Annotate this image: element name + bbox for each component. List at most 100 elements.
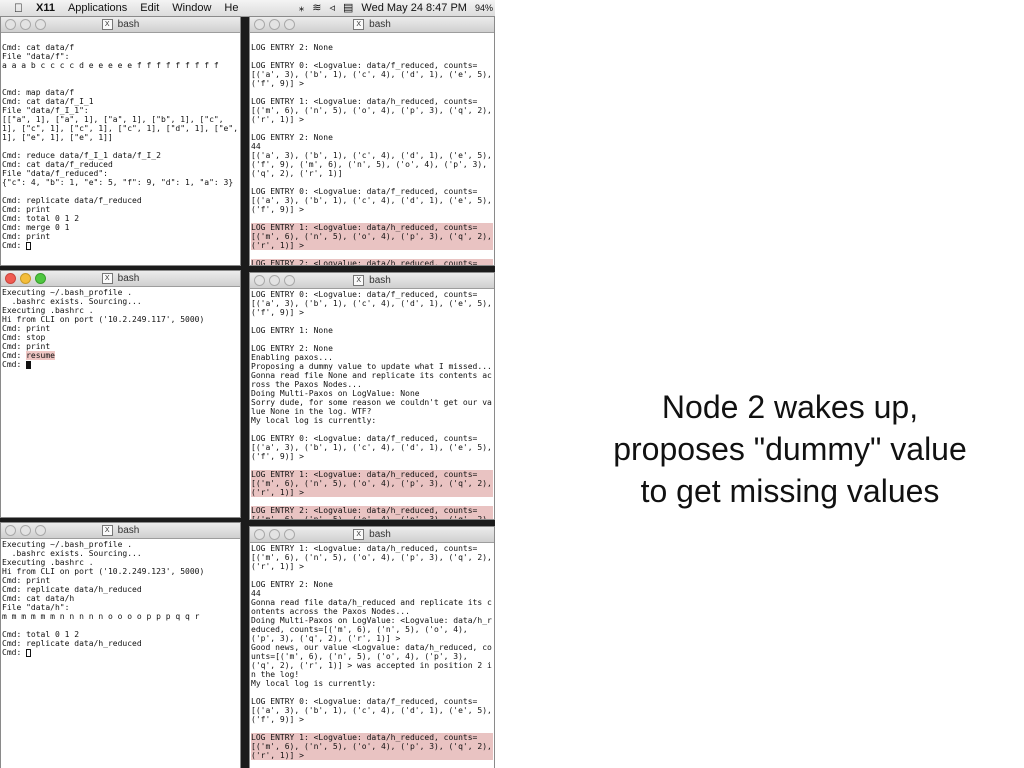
terminal-line-text: Cmd: cat data/f_reduced bbox=[2, 160, 113, 169]
screenshot-area:  X11 Applications Edit Window He ⁎ ≋ ◃ … bbox=[0, 0, 495, 768]
terminal-line: Cmd: resume bbox=[2, 351, 239, 360]
terminal-line-text: a a a b c c c c d e e e e e f f f f f f … bbox=[2, 61, 219, 70]
terminal-line: Cmd: bbox=[2, 648, 239, 657]
window-title-bar[interactable]: Xbash bbox=[1, 523, 240, 539]
terminal-line-text: 44 bbox=[251, 589, 261, 598]
battery-status[interactable]: 94% bbox=[475, 0, 493, 16]
menu-help[interactable]: He bbox=[224, 0, 238, 16]
terminal-line: m m m m m m n n n n n o o o o p p p q q … bbox=[2, 612, 239, 621]
terminal-line-text: LOG ENTRY 1: <Logvalue: data/h_reduced, … bbox=[251, 470, 492, 497]
terminal-output[interactable]: Executing ~/.bash_profile . .bashrc exis… bbox=[1, 539, 240, 657]
status-area: ⁎ ≋ ◃ ▤ Wed May 24 8:47 PM 94% bbox=[291, 0, 493, 16]
x11-icon: X bbox=[101, 524, 113, 536]
terminal-window-middle-right[interactable]: Xbash LOG ENTRY 0: <Logvalue: data/f_redu… bbox=[249, 272, 495, 520]
terminal-line-text: Hi from CLI on port ('10.2.249.123', 500… bbox=[2, 567, 205, 576]
terminal-output[interactable]: Executing ~/.bash_profile . .bashrc exis… bbox=[1, 287, 240, 369]
terminal-line-text: LOG ENTRY 0: <Logvalue: data/f_reduced, … bbox=[251, 434, 492, 461]
apple-icon[interactable]:  bbox=[14, 0, 23, 16]
terminal-output[interactable]: LOG ENTRY 1: <Logvalue: data/h_reduced, … bbox=[250, 543, 494, 768]
terminal-output[interactable]: Cmd: cat data/f File "data/f": a a a b c c… bbox=[1, 33, 240, 250]
selected-text[interactable]: resume bbox=[26, 351, 55, 360]
terminal-line: Cmd: replicate data/h_reduced bbox=[2, 585, 239, 594]
terminal-line: LOG ENTRY 2: None bbox=[251, 580, 493, 589]
volume-icon[interactable]: ◃ bbox=[329, 0, 335, 16]
terminal-line: Cmd: reduce data/f_I_1 data/f_I_2 bbox=[2, 151, 239, 160]
terminal-line-text: File "data/f_I_1": bbox=[2, 106, 89, 115]
terminal-line-text: File "data/f_reduced": bbox=[2, 169, 108, 178]
terminal-line-text: Cmd: replicate data/h_reduced bbox=[2, 639, 142, 648]
terminal-line: .bashrc exists. Sourcing... bbox=[2, 297, 239, 306]
window-title-bar[interactable]: Xbash bbox=[250, 17, 494, 33]
terminal-line: Executing .bashrc . bbox=[2, 306, 239, 315]
window-title-text: bash bbox=[117, 273, 140, 284]
terminal-line-text: LOG ENTRY 2: <Logvalue: data/h_reduced, … bbox=[251, 259, 478, 266]
window-title: Xbash bbox=[250, 274, 494, 287]
terminal-line-text: Cmd: print bbox=[2, 205, 51, 214]
window-title: Xbash bbox=[250, 528, 494, 541]
x11-icon: X bbox=[353, 528, 365, 540]
window-title: Xbash bbox=[1, 18, 240, 31]
menu-app-name[interactable]: X11 bbox=[36, 0, 55, 16]
terminal-line-text: LOG ENTRY 2: None bbox=[251, 43, 333, 52]
window-title-bar[interactable]: Xbash bbox=[250, 527, 494, 543]
clock[interactable]: Wed May 24 8:47 PM bbox=[361, 0, 467, 16]
terminal-line-text: Cmd: merge 0 1 bbox=[2, 223, 70, 232]
wifi-icon[interactable]: ≋ bbox=[312, 0, 321, 16]
window-title-bar[interactable]: Xbash bbox=[1, 271, 240, 287]
terminal-line: LOG ENTRY 2: None bbox=[251, 43, 493, 52]
menu-applications[interactable]: Applications bbox=[68, 0, 127, 16]
terminal-line-text: Cmd: print bbox=[2, 342, 51, 351]
terminal-line-text: Executing .bashrc . bbox=[2, 558, 94, 567]
terminal-line-text: LOG ENTRY 2: None bbox=[251, 133, 333, 142]
terminal-line-text: Cmd: replicate data/h_reduced bbox=[2, 585, 142, 594]
terminal-line-text: [('a', 3), ('b', 1), ('c', 4), ('d', 1),… bbox=[251, 151, 492, 178]
terminal-window-bottom-right[interactable]: Xbash LOG ENTRY 1: <Logvalue: data/h_redu… bbox=[249, 526, 495, 768]
terminal-line: Cmd: print bbox=[2, 232, 239, 241]
flag-icon[interactable]: ▤ bbox=[343, 0, 353, 16]
terminal-line: Cmd: cat data/f_reduced bbox=[2, 160, 239, 169]
window-title-bar[interactable]: Xbash bbox=[1, 17, 240, 33]
terminal-line: .bashrc exists. Sourcing... bbox=[2, 549, 239, 558]
terminal-line: {"c": 4, "b": 1, "e": 5, "f": 9, "d": 1,… bbox=[2, 178, 239, 187]
terminal-window-top-right[interactable]: Xbash LOG ENTRY 2: None LOG ENTRY 0: <Logv… bbox=[249, 16, 495, 266]
terminal-output[interactable]: LOG ENTRY 2: None LOG ENTRY 0: <Logvalue:… bbox=[250, 33, 494, 266]
terminal-line: LOG ENTRY 0: <Logvalue: data/f_reduced, … bbox=[251, 434, 493, 461]
terminal-line: Cmd: cat data/h bbox=[2, 594, 239, 603]
terminal-line-text: LOG ENTRY 0: <Logvalue: data/f_reduced, … bbox=[251, 61, 492, 88]
terminal-line: a a a b c c c c d e e e e e f f f f f f … bbox=[2, 61, 239, 70]
terminal-line-text: Hi from CLI on port ('10.2.249.117', 500… bbox=[2, 315, 205, 324]
menu-edit[interactable]: Edit bbox=[140, 0, 159, 16]
terminal-window-bottom-left[interactable]: Xbash Executing ~/.bash_profile . .bashrc… bbox=[0, 522, 241, 768]
bluetooth-icon[interactable]: ⁎ bbox=[299, 0, 305, 16]
terminal-line: Cmd: print bbox=[2, 205, 239, 214]
terminal-line-text: LOG ENTRY 2: <Logvalue: data/h_reduced, … bbox=[251, 506, 492, 520]
terminal-window-top-left[interactable]: Xbash Cmd: cat data/f File "data/f": a a a … bbox=[0, 16, 241, 266]
terminal-output[interactable]: LOG ENTRY 0: <Logvalue: data/f_reduced, … bbox=[250, 289, 494, 520]
terminal-window-middle-left[interactable]: Xbash Executing ~/.bash_profile . .bashrc… bbox=[0, 270, 241, 518]
terminal-line-text: LOG ENTRY 1: None bbox=[251, 326, 333, 335]
x11-icon: X bbox=[353, 18, 365, 30]
terminal-line-text: LOG ENTRY 1: <Logvalue: data/h_reduced, … bbox=[251, 223, 492, 250]
terminal-line-text: Executing ~/.bash_profile . bbox=[2, 540, 133, 549]
terminal-line-text: Cmd: total 0 1 2 bbox=[2, 214, 80, 223]
terminal-line-text: Doing Multi-Paxos on LogValue: <Logvalue… bbox=[251, 616, 492, 643]
window-title-bar[interactable]: Xbash bbox=[250, 273, 494, 289]
terminal-line-text: m m m m m m n n n n n o o o o p p p q q … bbox=[2, 612, 200, 621]
menu-window[interactable]: Window bbox=[172, 0, 211, 16]
terminal-line-text: Cmd: bbox=[2, 351, 27, 360]
terminal-line-text: Executing .bashrc . bbox=[2, 306, 94, 315]
terminal-line: Gonna read file data/h_reduced and repli… bbox=[251, 598, 493, 616]
terminal-line: Enabling paxos... bbox=[251, 353, 493, 362]
terminal-line: Doing Multi-Paxos on LogValue: None bbox=[251, 389, 493, 398]
terminal-line-text: File "data/h": bbox=[2, 603, 70, 612]
terminal-line-text: Cmd: print bbox=[2, 232, 51, 241]
terminal-line-text: LOG ENTRY 1: <Logvalue: data/h_reduced, … bbox=[251, 544, 492, 571]
terminal-line: Proposing a dummy value to update what I… bbox=[251, 362, 493, 371]
terminal-line-text: Cmd: bbox=[2, 241, 27, 250]
